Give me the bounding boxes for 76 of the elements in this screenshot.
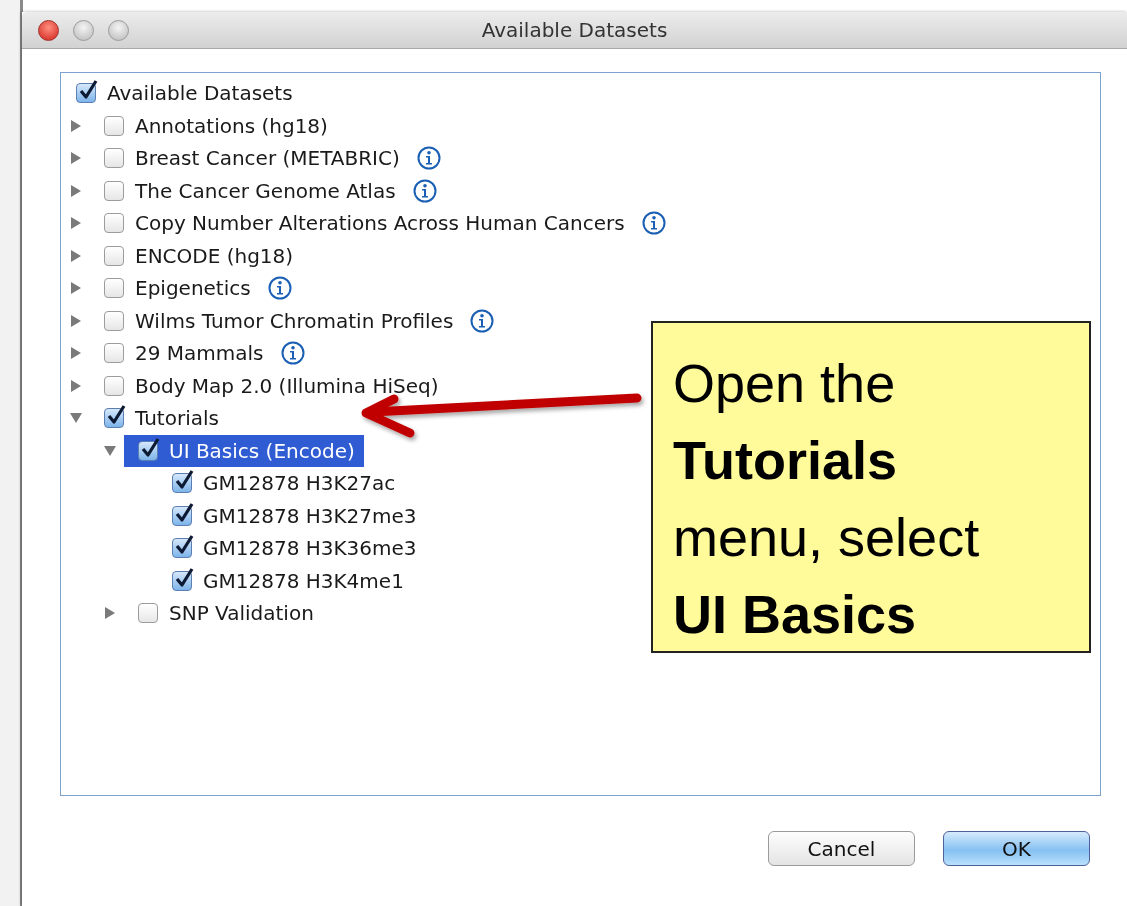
item-label: GM12878 H3K27ac	[203, 471, 396, 496]
tree-item[interactable]: 29 Mammals	[104, 337, 273, 370]
checkbox[interactable]	[104, 213, 124, 234]
tree-item[interactable]: SNP Validation	[138, 597, 323, 630]
item-label: Breast Cancer (METABRIC)	[135, 146, 400, 171]
tree-item[interactable]: Tutorials	[104, 402, 228, 435]
checkbox[interactable]	[104, 343, 124, 364]
item-label: The Cancer Genome Atlas	[135, 178, 396, 203]
tree-item[interactable]: ENCODE (hg18)	[104, 239, 303, 272]
close-button[interactable]	[38, 19, 59, 41]
item-label: Copy Number Alterations Across Human Cancers	[135, 211, 625, 236]
item-label: Tutorials	[135, 406, 219, 431]
checkbox[interactable]	[172, 473, 192, 494]
collapsed-triangle-icon[interactable]	[69, 151, 83, 166]
info-icon[interactable]	[280, 341, 305, 366]
checkbox[interactable]	[104, 278, 124, 299]
checkbox[interactable]	[104, 310, 124, 331]
item-label: SNP Validation	[169, 601, 314, 626]
item-label: 29 Mammals	[135, 341, 264, 366]
tree-item[interactable]: UI Basics (Encode)	[124, 434, 364, 467]
collapsed-triangle-icon[interactable]	[69, 281, 83, 296]
checkbox[interactable]	[172, 505, 192, 526]
tree-item[interactable]: Breast Cancer (METABRIC)	[104, 142, 409, 175]
item-label: GM12878 H3K4me1	[203, 568, 404, 593]
collapsed-triangle-icon[interactable]	[69, 313, 83, 328]
tree-item[interactable]: Body Map 2.0 (Illumina HiSeq)	[104, 369, 448, 402]
tree-item[interactable]: Available Datasets	[76, 77, 302, 110]
info-icon[interactable]	[412, 178, 437, 203]
ok-button[interactable]: OK	[943, 831, 1090, 866]
tree-item[interactable]: Copy Number Alterations Across Human Cancers	[104, 207, 634, 240]
collapsed-triangle-icon[interactable]	[103, 606, 117, 621]
callout-text: Tutorials	[673, 429, 897, 492]
callout-text: menu, select	[673, 506, 980, 569]
tree-item[interactable]: The Cancer Genome Atlas	[104, 174, 405, 207]
item-label: GM12878 H3K27me3	[203, 503, 417, 528]
checkbox[interactable]	[138, 603, 158, 624]
item-label: GM12878 H3K36me3	[203, 536, 417, 561]
tree-item[interactable]: GM12878 H3K4me1	[172, 564, 413, 597]
checkbox[interactable]	[172, 538, 192, 559]
checkbox[interactable]	[76, 83, 96, 104]
item-label: Annotations (hg18)	[135, 113, 328, 138]
window-title: Available Datasets	[481, 18, 668, 42]
collapsed-triangle-icon[interactable]	[69, 346, 83, 361]
tree-item[interactable]: Annotations (hg18)	[104, 109, 337, 142]
checkbox[interactable]	[104, 115, 124, 136]
callout-text: Open the	[673, 352, 896, 415]
info-icon[interactable]	[641, 211, 666, 236]
cancel-button[interactable]: Cancel	[768, 831, 915, 866]
item-label: ENCODE (hg18)	[135, 243, 294, 268]
collapsed-triangle-icon[interactable]	[69, 183, 83, 198]
checkbox[interactable]	[104, 180, 124, 201]
tree-item[interactable]: GM12878 H3K36me3	[172, 532, 426, 565]
item-label: Epigenetics	[135, 276, 251, 301]
collapsed-triangle-icon[interactable]	[69, 118, 83, 133]
tree-item[interactable]: Epigenetics	[104, 272, 260, 305]
item-label: Available Datasets	[107, 81, 293, 106]
checkbox[interactable]	[172, 570, 192, 591]
callout-text: UI Basics	[673, 583, 917, 646]
item-label: Body Map 2.0 (Illumina HiSeq)	[135, 373, 439, 398]
item-label: Wilms Tumor Chromatin Profiles	[135, 308, 454, 333]
tree-item[interactable]: GM12878 H3K27me3	[172, 499, 426, 532]
info-icon[interactable]	[470, 308, 495, 333]
item-label: UI Basics (Encode)	[169, 438, 355, 463]
tree-item[interactable]: GM12878 H3K27ac	[172, 467, 405, 500]
tree-item[interactable]: Wilms Tumor Chromatin Profiles	[104, 304, 463, 337]
checkbox[interactable]	[138, 440, 158, 461]
info-icon[interactable]	[416, 146, 441, 171]
checkbox[interactable]	[104, 408, 124, 429]
checkbox[interactable]	[104, 245, 124, 266]
checkbox[interactable]	[104, 148, 124, 169]
checkbox[interactable]	[104, 375, 124, 396]
expanded-triangle-icon[interactable]	[103, 443, 117, 458]
collapsed-triangle-icon[interactable]	[69, 378, 83, 393]
collapsed-triangle-icon[interactable]	[69, 248, 83, 263]
info-icon[interactable]	[267, 276, 292, 301]
collapsed-triangle-icon[interactable]	[69, 216, 83, 231]
